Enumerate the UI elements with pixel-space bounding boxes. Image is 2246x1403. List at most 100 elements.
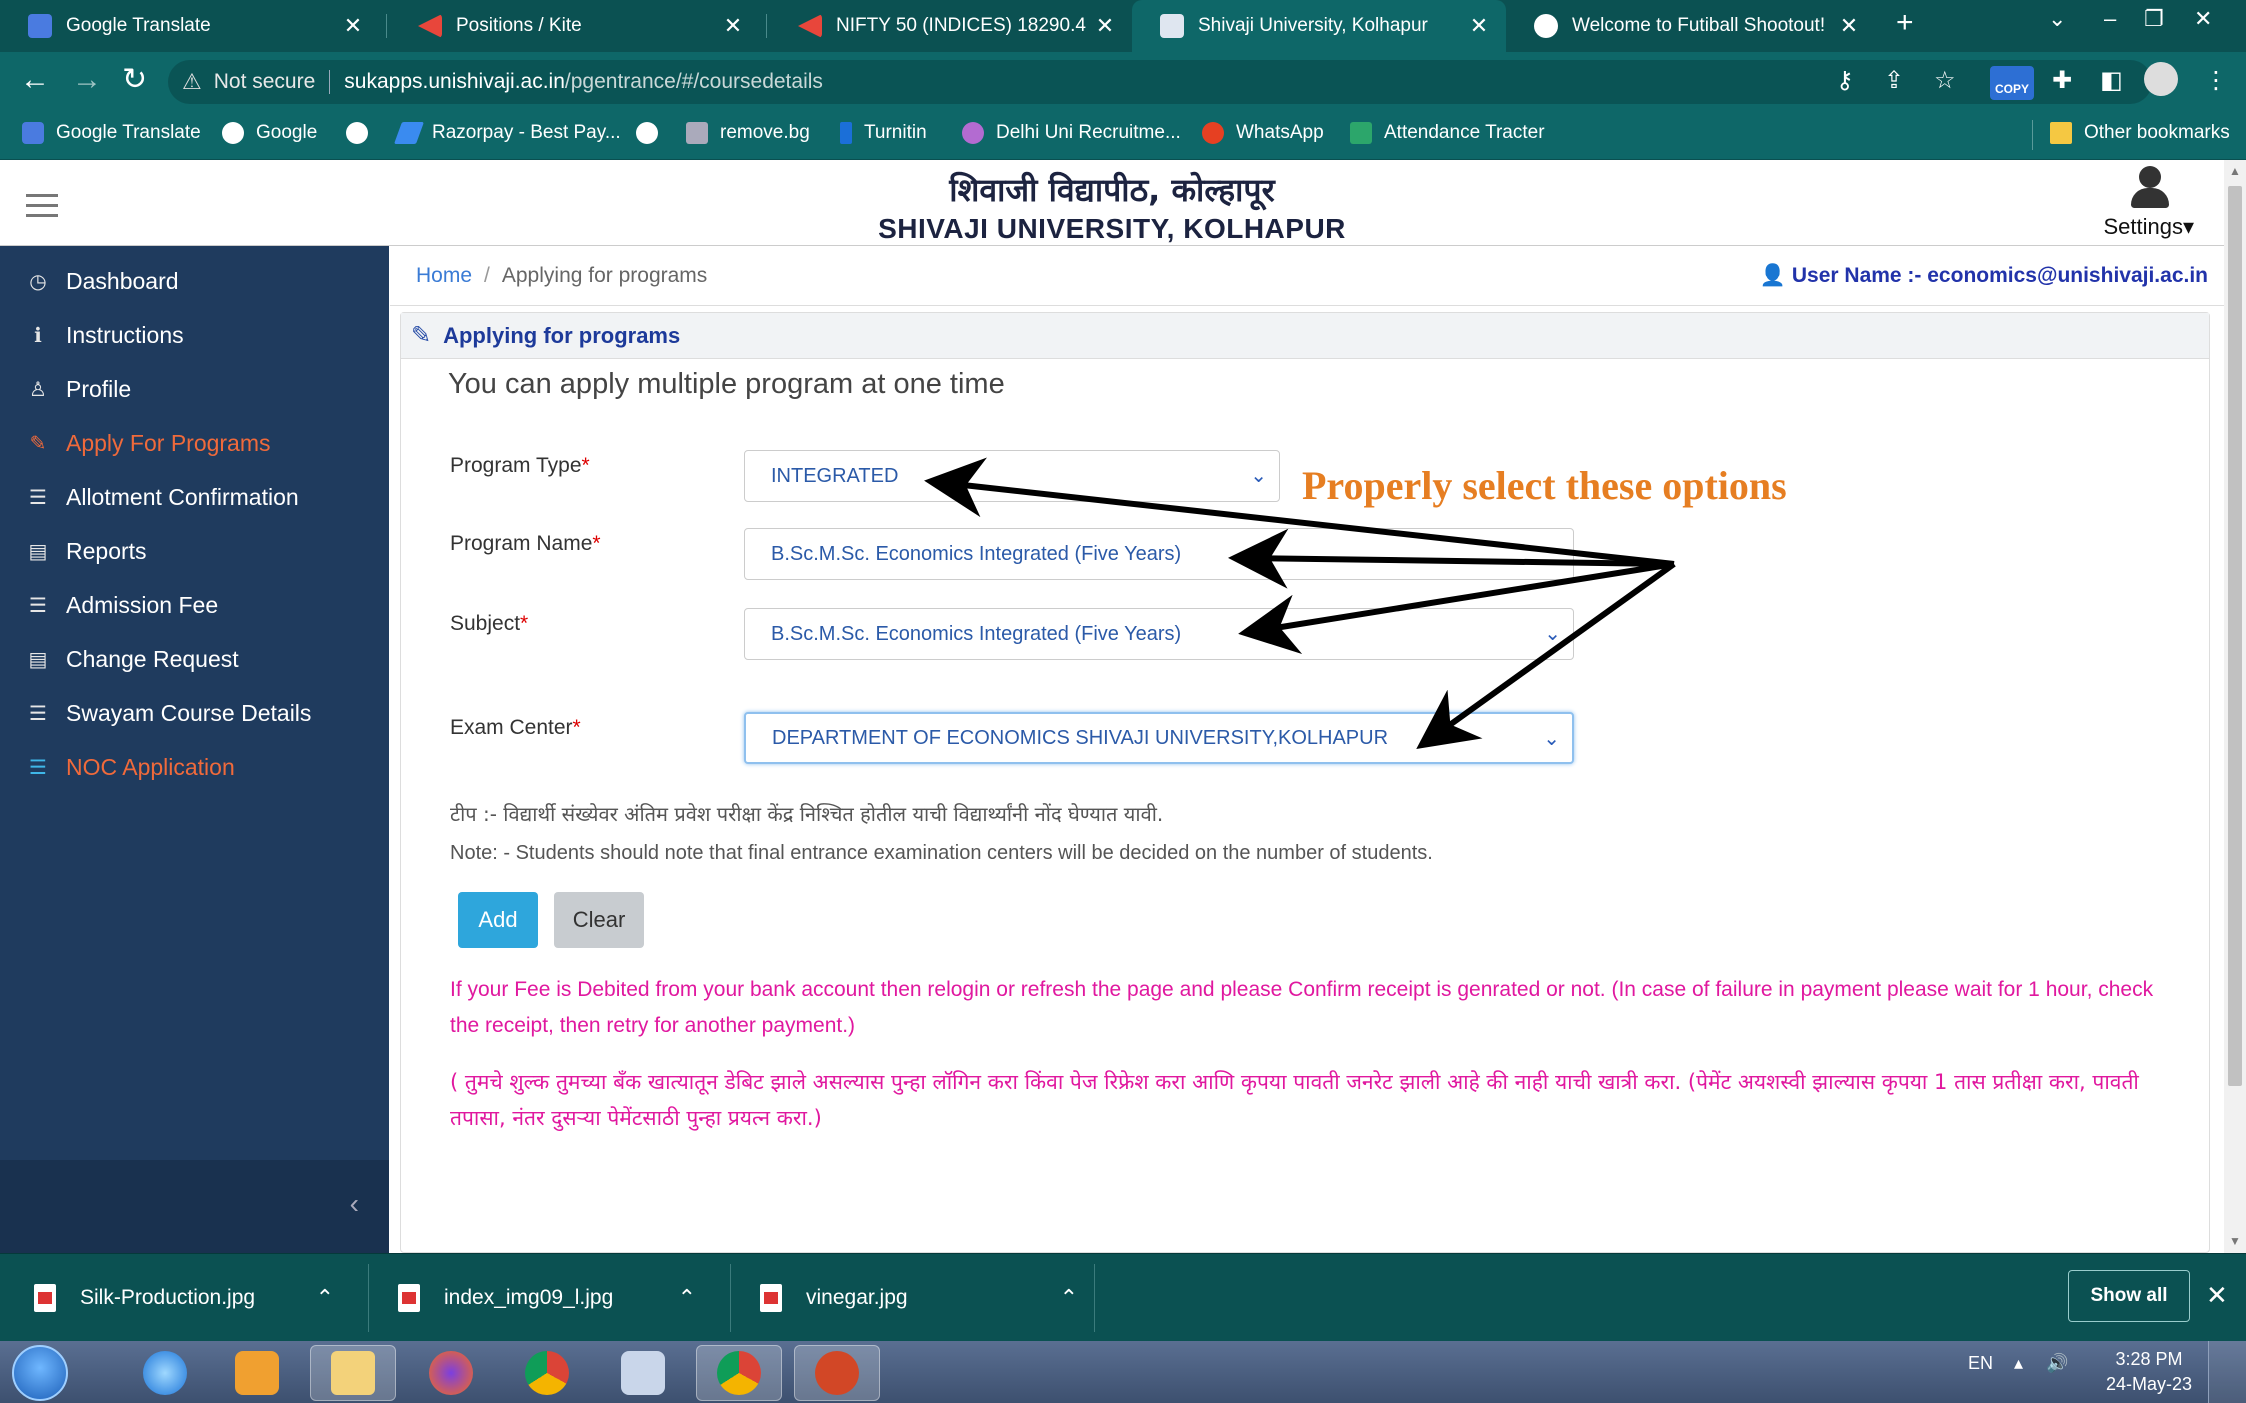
profile-avatar[interactable] (2144, 62, 2178, 96)
tab-search-icon[interactable]: ⌄ (2048, 6, 2066, 32)
show-desktop-button[interactable] (2208, 1341, 2246, 1403)
system-clock[interactable]: 3:28 PM 24-May-23 (2106, 1347, 2192, 1397)
start-button[interactable] (12, 1345, 68, 1401)
tab-nifty-kite[interactable]: NIFTY 50 (INDICES) 18290.4 - Kite ✕ (770, 0, 1132, 52)
tab-separator (386, 14, 387, 38)
tab-separator (766, 14, 767, 38)
download-separator (368, 1264, 369, 1332)
tab-positions-kite[interactable]: Positions / Kite ✕ (390, 0, 760, 52)
page-scrollbar[interactable]: ▲ ▼ (2224, 160, 2246, 1253)
warning-icon: ⚠ (182, 69, 202, 94)
side-panel-icon[interactable]: ◧ (2100, 66, 2123, 95)
download-item[interactable]: vinegar.jpg ⌃ (760, 1254, 1098, 1342)
download-item[interactable]: index_img09_l.jpg ⌃ (398, 1254, 716, 1342)
arrow-to-subject (1238, 561, 1675, 655)
tab-google-translate[interactable]: Google Translate ✕ (0, 0, 380, 52)
windows-taskbar: EN ▴ 🔊 3:28 PM 24-May-23 (0, 1341, 2246, 1403)
paint-icon[interactable] (600, 1345, 686, 1401)
forward-button[interactable]: → (72, 64, 102, 96)
scroll-up-icon[interactable]: ▲ (2229, 164, 2241, 178)
bookmark-globe[interactable] (346, 122, 380, 144)
arrow-to-exam-center (1416, 561, 1676, 749)
close-downloads-icon[interactable]: ✕ (2206, 1280, 2228, 1311)
show-all-button[interactable]: Show all (2068, 1270, 2190, 1322)
chrome-icon[interactable] (504, 1345, 590, 1401)
tab-shivaji-university[interactable]: Shivaji University, Kolhapur ✕ (1132, 0, 1506, 52)
image-file-icon (398, 1284, 420, 1312)
add-button[interactable]: Add (458, 892, 538, 948)
bookmark-delhi-uni[interactable]: Delhi Uni Recruitme... (962, 122, 1181, 144)
tray-expand-icon[interactable]: ▴ (2014, 1353, 2023, 1374)
kite-icon (798, 14, 822, 38)
downloads-bar: Silk-Production.jpg ⌃ index_img09_l.jpg … (0, 1253, 2246, 1341)
menu-kebab-icon[interactable]: ⋮ (2204, 66, 2228, 95)
bookmark-attendance[interactable]: Attendance Tracter (1350, 122, 1545, 144)
scrollbar-thumb[interactable] (2228, 186, 2242, 1086)
language-indicator[interactable]: EN (1968, 1353, 1993, 1374)
bookmark-razorpay[interactable]: Razorpay - Best Pay... (393, 122, 621, 144)
copy-extension-icon[interactable]: COPY (1990, 66, 2034, 100)
clock-date: 24-May-23 (2106, 1374, 2193, 1394)
share-icon[interactable]: ⇪ (1884, 66, 1904, 95)
bookmark-google-translate[interactable]: Google Translate (22, 122, 201, 144)
browser-tab-bar: Google Translate ✕ Positions / Kite ✕ NI… (0, 0, 2246, 52)
web-page: शिवाजी विद्यापीठ, कोल्हापूर SHIVAJI UNIV… (0, 160, 2224, 1253)
bookmark-globe-2[interactable] (636, 122, 670, 144)
other-bookmarks[interactable]: Other bookmarks (2050, 122, 2230, 144)
bookmarks-bar: Google Translate Google Razorpay - Best … (0, 110, 2246, 160)
new-tab-button[interactable]: + (1896, 6, 1914, 40)
globe-icon (1534, 14, 1558, 38)
tab-futiball-shootout[interactable]: Welcome to Futiball Shootout! ✕ (1506, 0, 1876, 52)
fee-notice-english: If your Fee is Debited from your bank ac… (450, 978, 2154, 1037)
minimize-button[interactable]: – (2104, 6, 2116, 32)
tip-marathi: टीप :- विद्यार्थी संख्येवर अंतिम प्रवेश … (450, 802, 1164, 826)
reload-button[interactable]: ↻ (122, 64, 147, 96)
clock-time: 3:28 PM (2115, 1349, 2183, 1369)
bookmark-remove-bg[interactable]: remove.bg (686, 122, 810, 144)
image-file-icon (34, 1284, 56, 1312)
arrow-to-program-type (924, 457, 1675, 567)
bookmark-star-icon[interactable]: ☆ (1934, 66, 1956, 95)
delhi-uni-icon (962, 122, 984, 144)
google-translate-icon (28, 14, 52, 38)
google-icon (222, 122, 244, 144)
remove-bg-icon (686, 122, 708, 144)
media-player-icon[interactable] (214, 1345, 300, 1401)
key-icon[interactable]: ⚷ (1836, 66, 1854, 95)
restore-button[interactable]: ❐ (2144, 6, 2164, 32)
tab-close-icon[interactable]: ✕ (718, 13, 748, 39)
chevron-up-icon[interactable]: ⌃ (316, 1285, 334, 1311)
scroll-down-icon[interactable]: ▼ (2229, 1234, 2241, 1248)
firefox-icon[interactable] (408, 1345, 494, 1401)
back-button[interactable]: ← (20, 64, 50, 96)
folder-icon (2050, 122, 2072, 144)
google-translate-icon (22, 122, 44, 144)
chrome-profile-icon[interactable] (696, 1345, 782, 1401)
bookmark-whatsapp[interactable]: WhatsApp (1202, 122, 1324, 144)
file-explorer-icon[interactable] (310, 1345, 396, 1401)
url-input[interactable]: ⚠ Not secure sukapps.unishivaji.ac.in/pg… (168, 60, 2152, 104)
clear-button[interactable]: Clear (554, 892, 644, 948)
download-item[interactable]: Silk-Production.jpg ⌃ (34, 1254, 354, 1342)
chevron-up-icon[interactable]: ⌃ (1060, 1285, 1078, 1311)
chevron-up-icon[interactable]: ⌃ (678, 1285, 696, 1311)
internet-explorer-icon[interactable] (122, 1345, 208, 1401)
extensions-puzzle-icon[interactable]: ✚ (2052, 66, 2072, 95)
url-text: sukapps.unishivaji.ac.in/pgentrance/#/co… (344, 70, 823, 94)
kite-icon (418, 14, 442, 38)
tab-close-icon[interactable]: ✕ (338, 13, 368, 39)
powerpoint-icon[interactable] (794, 1345, 880, 1401)
tab-close-icon[interactable]: ✕ (1464, 13, 1494, 39)
url-path: /pgentrance/#/coursedetails (564, 70, 823, 93)
copy-extension-label: COPY (1994, 82, 2029, 96)
bookmark-turnitin[interactable]: Turnitin (840, 122, 927, 144)
tab-close-icon[interactable]: ✕ (1834, 13, 1864, 39)
globe-icon (346, 122, 368, 144)
bookmark-google[interactable]: Google (222, 122, 317, 144)
razorpay-icon (393, 122, 425, 144)
volume-icon[interactable]: 🔊 (2046, 1353, 2068, 1374)
url-host: sukapps.unishivaji.ac.in (344, 70, 565, 93)
university-logo-icon (1160, 14, 1184, 38)
tab-close-icon[interactable]: ✕ (1090, 13, 1120, 39)
close-window-button[interactable]: ✕ (2194, 6, 2212, 32)
